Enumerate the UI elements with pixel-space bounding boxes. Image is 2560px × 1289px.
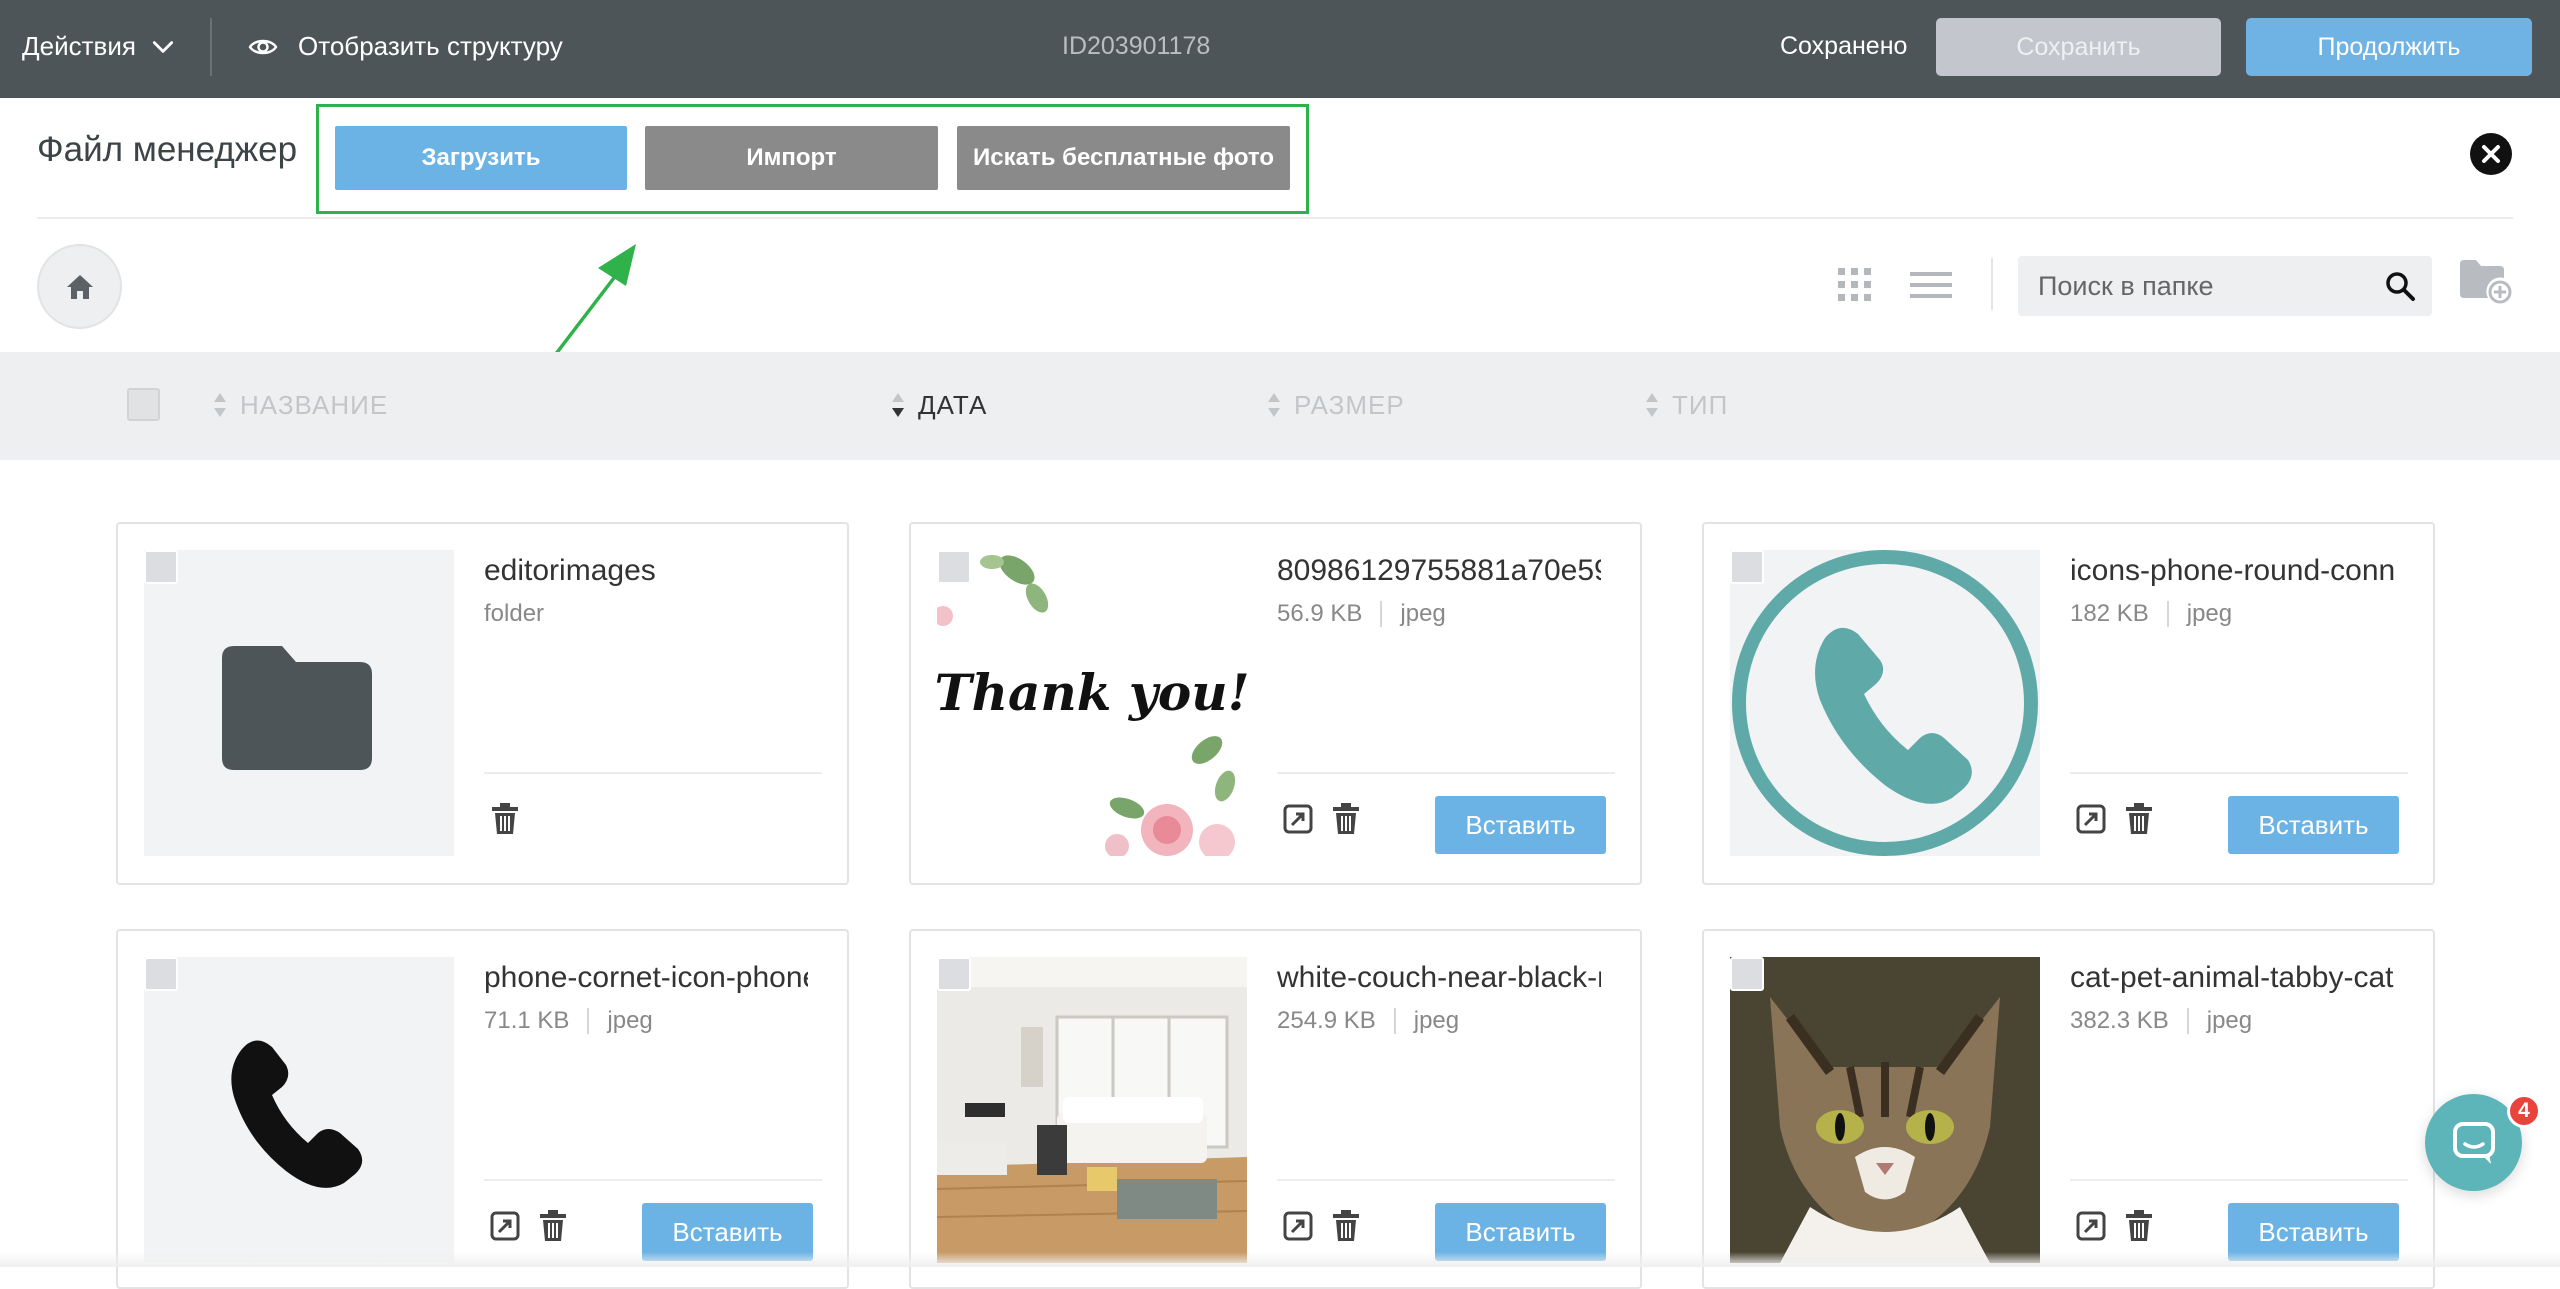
sort-icon xyxy=(1268,393,1280,417)
list-view-icon[interactable] xyxy=(1910,270,1952,300)
edit-icon[interactable] xyxy=(2076,1211,2106,1241)
file-type: jpeg xyxy=(1413,1007,1460,1034)
file-meta: 382.3 KB jpeg xyxy=(2070,1007,2252,1035)
chat-unread-badge: 4 xyxy=(2507,1094,2541,1128)
column-date-label: ДАТА xyxy=(918,389,988,420)
file-card-phone-cornet[interactable]: phone-cornet-icon-phone- 71.1 KB jpeg Вст… xyxy=(116,929,849,1289)
card-divider xyxy=(1277,1179,1615,1181)
chat-icon xyxy=(2452,1121,2495,1164)
column-size[interactable]: РАЗМЕР xyxy=(1266,382,1405,428)
file-meta: 71.1 KB jpeg xyxy=(484,1007,653,1035)
file-card-folder[interactable]: editorimages folder xyxy=(116,522,849,885)
file-size: 182 KB xyxy=(2070,600,2149,627)
thank-you-image: Thank you! xyxy=(937,555,1247,856)
file-size: 382.3 KB xyxy=(2070,1007,2169,1034)
sort-icon xyxy=(214,393,226,417)
file-checkbox[interactable] xyxy=(144,550,178,584)
file-name[interactable]: phone-cornet-icon-phone- xyxy=(484,961,808,995)
file-checkbox[interactable] xyxy=(1730,550,1764,584)
edit-icon[interactable] xyxy=(490,1211,520,1241)
card-divider xyxy=(2070,1179,2408,1181)
column-type[interactable]: ТИП xyxy=(1644,382,1728,428)
file-meta: 254.9 KB jpeg xyxy=(1277,1007,1459,1035)
trash-icon[interactable] xyxy=(2124,1209,2154,1243)
tabby-cat-thumbnail xyxy=(1730,957,2040,1263)
file-card-thank-you[interactable]: Thank you! 80986129755881a70e59 56.9 KB j… xyxy=(909,522,1642,885)
file-type: folder xyxy=(484,600,545,627)
thank-you-thumbnail: Thank you! xyxy=(937,550,1247,856)
folder-icon xyxy=(222,646,372,770)
file-card-phone-round[interactable]: icons-phone-round-conne 182 KB jpeg Встав… xyxy=(1702,522,2435,885)
file-name[interactable]: cat-pet-animal-tabby-cat- xyxy=(2070,961,2394,995)
file-name[interactable]: icons-phone-round-conne xyxy=(2070,554,2394,588)
file-size: 56.9 KB xyxy=(1277,600,1363,627)
toolbar-divider xyxy=(1991,258,1993,310)
home-button[interactable] xyxy=(37,244,122,329)
edit-icon[interactable] xyxy=(2076,804,2106,834)
file-type: jpeg xyxy=(2206,1007,2253,1034)
file-type: jpeg xyxy=(1400,600,1446,627)
card-divider xyxy=(2070,772,2408,774)
trash-icon[interactable] xyxy=(538,1209,568,1243)
trash-icon[interactable] xyxy=(1331,1209,1361,1243)
file-name[interactable]: white-couch-near-black-m xyxy=(1277,961,1601,995)
sort-icon xyxy=(1646,393,1658,417)
file-checkbox[interactable] xyxy=(937,550,971,584)
trash-icon[interactable] xyxy=(490,802,520,836)
file-card-living-room[interactable]: white-couch-near-black-m 254.9 KB jpeg Вс… xyxy=(909,929,1642,1289)
column-type-label: ТИП xyxy=(1672,389,1729,420)
file-type: jpeg xyxy=(2186,600,2233,627)
file-card-tabby-cat[interactable]: cat-pet-animal-tabby-cat- 382.3 KB jpeg В… xyxy=(1702,929,2435,1289)
grid-view-icon[interactable] xyxy=(1838,268,1872,302)
phone-cornet-icon xyxy=(231,1040,363,1188)
file-checkbox[interactable] xyxy=(1730,957,1764,991)
column-size-label: РАЗМЕР xyxy=(1294,389,1405,420)
phone-cornet-thumbnail xyxy=(144,957,454,1263)
file-checkbox[interactable] xyxy=(937,957,971,991)
column-name-label: НАЗВАНИЕ xyxy=(240,389,389,420)
file-size: 71.1 KB xyxy=(484,1007,570,1034)
living-room-thumbnail xyxy=(937,957,1247,1263)
phone-round-thumbnail xyxy=(1730,550,2040,856)
edit-icon[interactable] xyxy=(1283,1211,1313,1241)
svg-text:Thank you!: Thank you! xyxy=(937,663,1247,722)
search-input[interactable] xyxy=(2038,256,2368,316)
select-all-checkbox[interactable] xyxy=(127,388,160,421)
file-type: jpeg xyxy=(607,1007,653,1034)
search-icon[interactable] xyxy=(2384,270,2416,302)
file-size: 254.9 KB xyxy=(1277,1007,1376,1034)
phone-round-icon xyxy=(1732,550,2038,856)
card-divider xyxy=(484,772,822,774)
sort-icon xyxy=(892,393,904,417)
living-room-photo xyxy=(937,957,1247,1263)
card-divider xyxy=(1277,772,1615,774)
file-checkbox[interactable] xyxy=(144,957,178,991)
file-meta: 56.9 KB jpeg xyxy=(1277,600,1446,628)
home-icon xyxy=(66,274,93,299)
column-name[interactable]: НАЗВАНИЕ xyxy=(212,382,388,428)
insert-button[interactable]: Вставить xyxy=(1435,796,1606,854)
edit-icon[interactable] xyxy=(1283,804,1313,834)
file-name[interactable]: 80986129755881a70e59 xyxy=(1277,554,1601,588)
tabby-cat-photo xyxy=(1730,957,2040,1263)
file-name[interactable]: editorimages xyxy=(484,554,808,588)
bottom-shadow xyxy=(0,1252,2560,1267)
folder-search xyxy=(2018,256,2432,316)
card-divider xyxy=(484,1179,822,1181)
folder-thumbnail xyxy=(144,550,454,856)
trash-icon[interactable] xyxy=(1331,802,1361,836)
new-folder-icon[interactable] xyxy=(2458,258,2512,304)
file-meta: folder xyxy=(484,600,544,628)
insert-button[interactable]: Вставить xyxy=(2228,796,2399,854)
trash-icon[interactable] xyxy=(2124,802,2154,836)
column-date[interactable]: ДАТА xyxy=(890,382,987,428)
file-meta: 182 KB jpeg xyxy=(2070,600,2232,628)
